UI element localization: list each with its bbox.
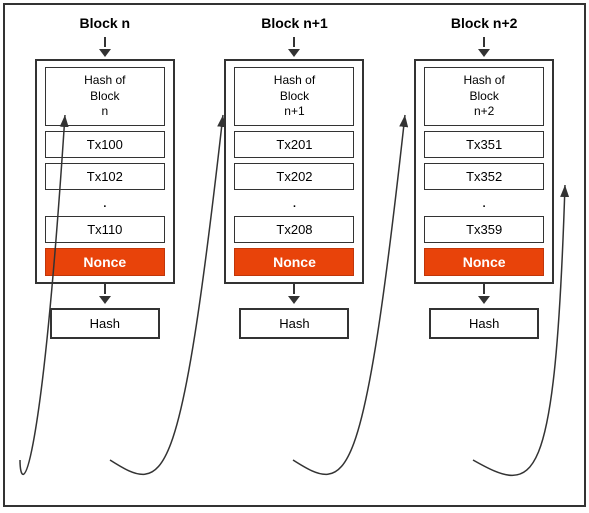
block-n1-box: Hash ofBlockn+1 Tx201 Tx202 . Tx208 Nonc… (224, 59, 364, 284)
arrow-down-5 (478, 49, 490, 57)
block-n1-nonce: Nonce (234, 248, 354, 276)
arrow-down-1 (99, 49, 111, 57)
block-n1-tx2: Tx202 (234, 163, 354, 190)
block-n-nonce: Nonce (45, 248, 165, 276)
arrow-line-5 (483, 37, 485, 47)
diagram-container: Block n Hash ofBlockn Tx100 Tx102 . Tx11… (5, 5, 584, 505)
block-n-column: Block n Hash ofBlockn Tx100 Tx102 . Tx11… (35, 15, 175, 339)
block-n1-tx3: Tx208 (234, 216, 354, 243)
block-n1-title: Block n+1 (261, 15, 328, 31)
block-n2-tx2: Tx352 (424, 163, 544, 190)
block-n2-nonce: Nonce (424, 248, 544, 276)
diagram-border: Block n Hash ofBlockn Tx100 Tx102 . Tx11… (3, 3, 586, 507)
block-n-tx3: Tx110 (45, 216, 165, 243)
block-n2-title: Block n+2 (451, 15, 518, 31)
block-n-tx2: Tx102 (45, 163, 165, 190)
arrow-down-2 (99, 296, 111, 304)
block-n2-box: Hash ofBlockn+2 Tx351 Tx352 . Tx359 Nonc… (414, 59, 554, 284)
block-n2-hash-cell: Hash ofBlockn+2 (424, 67, 544, 126)
block-n-title: Block n (80, 15, 131, 31)
arrow-line-2 (104, 284, 106, 294)
arrow-line-4 (293, 284, 295, 294)
arrow-line-6 (483, 284, 485, 294)
block-n-hash-output: Hash (50, 308, 160, 339)
block-n2-tx3: Tx359 (424, 216, 544, 243)
block-n1-column: Block n+1 Hash ofBlockn+1 Tx201 Tx202 . … (224, 15, 364, 339)
block-n2-tx1: Tx351 (424, 131, 544, 158)
block-n2-dots: . (482, 195, 486, 211)
arrow-line-3 (293, 37, 295, 47)
arrow-down-4 (288, 296, 300, 304)
block-n1-dots: . (292, 195, 296, 211)
block-n-dots: . (103, 195, 107, 211)
block-n-hash-cell: Hash ofBlockn (45, 67, 165, 126)
block-n-box: Hash ofBlockn Tx100 Tx102 . Tx110 Nonce (35, 59, 175, 284)
block-n1-tx1: Tx201 (234, 131, 354, 158)
block-n1-hash-output: Hash (239, 308, 349, 339)
block-n1-hash-cell: Hash ofBlockn+1 (234, 67, 354, 126)
block-n-tx1: Tx100 (45, 131, 165, 158)
arrow-line-1 (104, 37, 106, 47)
arrow-down-3 (288, 49, 300, 57)
arrow-down-6 (478, 296, 490, 304)
block-n2-hash-output: Hash (429, 308, 539, 339)
block-n2-column: Block n+2 Hash ofBlockn+2 Tx351 Tx352 . … (414, 15, 554, 339)
